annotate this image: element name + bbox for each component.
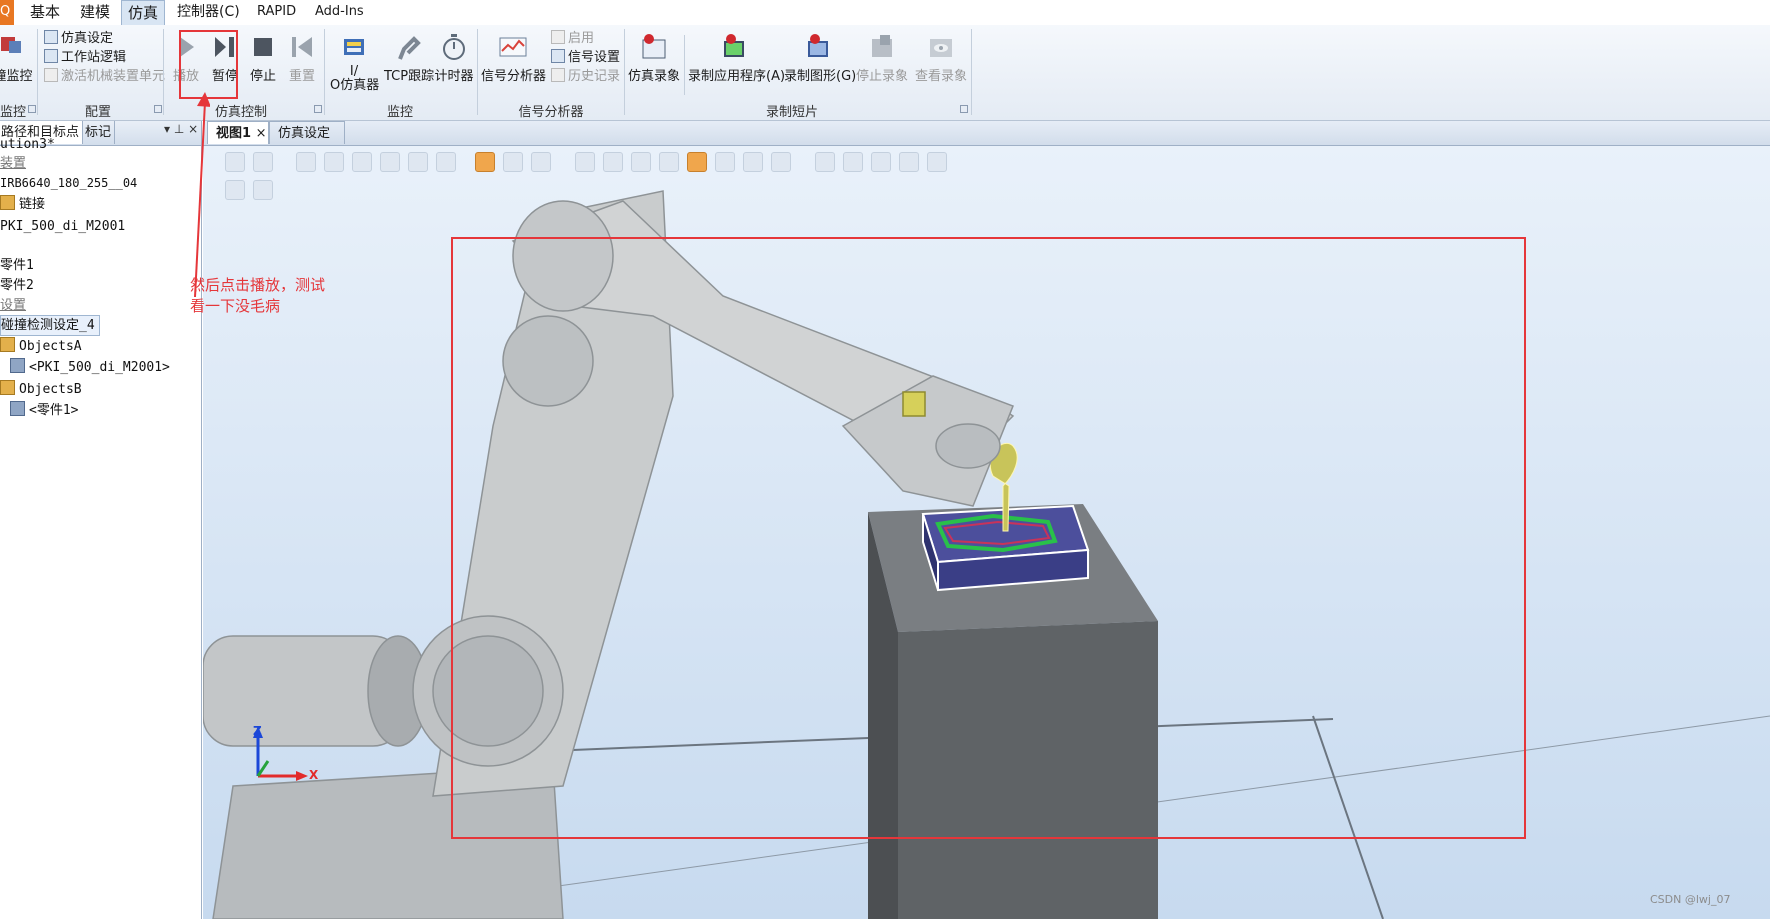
history-button[interactable]: 历史记录 bbox=[551, 67, 620, 87]
signal-analyzer-button[interactable]: 信号分析器 bbox=[481, 31, 546, 84]
logic-icon bbox=[44, 49, 58, 63]
stopwatch-icon bbox=[443, 34, 465, 60]
part-icon bbox=[10, 401, 25, 416]
viewport-highlight-box bbox=[451, 237, 1526, 839]
activate-mechanism-button[interactable]: 激活机械装置单元 bbox=[44, 67, 165, 87]
tree-objects-a-item[interactable]: <PKI_500_di_M2001> bbox=[10, 358, 170, 377]
tree-objects-a[interactable]: ObjectsA bbox=[0, 337, 82, 356]
tree-objects-b[interactable]: ObjectsB bbox=[0, 380, 82, 399]
signal-chart-icon bbox=[499, 37, 527, 57]
record-graphics-button[interactable]: 录制图形(G) bbox=[784, 31, 856, 84]
tree-station[interactable]: ution3* bbox=[0, 135, 55, 154]
tree-links[interactable]: 链接 bbox=[0, 195, 45, 214]
tab-controller[interactable]: 控制器(C) bbox=[177, 0, 240, 25]
tree-mechanisms-header[interactable]: 装置 bbox=[0, 154, 26, 173]
document-tabs: 视图1 × 仿真设定 bbox=[203, 121, 1770, 146]
timer-button[interactable]: 计时器 bbox=[434, 31, 474, 84]
folder-icon bbox=[0, 337, 15, 352]
stop-button[interactable]: 停止 bbox=[246, 31, 280, 84]
tree-robot[interactable]: IRB6640_180_255__04 bbox=[0, 174, 137, 193]
record-app-button[interactable]: 录制应用程序(A) bbox=[688, 31, 785, 84]
group-label-signal-analyzer: 信号分析器 bbox=[518, 105, 584, 120]
layout-browser-panel bbox=[0, 121, 202, 919]
view-record-icon bbox=[930, 39, 952, 57]
tree-objects-b-item[interactable]: <零件1> bbox=[10, 401, 78, 420]
tool-icon bbox=[10, 358, 25, 373]
checkbox-icon bbox=[551, 30, 565, 44]
group-label-config: 配置 bbox=[84, 105, 111, 120]
tree-collision-set[interactable]: 碰撞检测设定_4 bbox=[0, 315, 100, 336]
sim-record-button[interactable]: 仿真录象 bbox=[627, 31, 681, 84]
signal-settings-button[interactable]: 信号设置 bbox=[551, 48, 620, 68]
tab-modeling[interactable]: 建模 bbox=[80, 0, 110, 25]
reset-button[interactable]: 重置 bbox=[284, 31, 320, 84]
group-launcher[interactable] bbox=[960, 105, 968, 113]
stop-icon bbox=[254, 38, 272, 56]
reset-icon bbox=[292, 37, 312, 57]
group-label-record: 录制短片 bbox=[765, 105, 818, 120]
robot-arm-icon bbox=[398, 36, 421, 60]
close-icon[interactable]: × bbox=[256, 126, 267, 141]
folder-icon bbox=[0, 195, 15, 210]
enable-checkbox[interactable]: 启用 bbox=[551, 29, 594, 49]
tab-basic[interactable]: 基本 bbox=[30, 0, 60, 25]
group-launcher[interactable] bbox=[154, 105, 162, 113]
folder-icon bbox=[0, 380, 15, 395]
annotation-line-1: 然后点击播放，测试 bbox=[190, 276, 326, 294]
axis-x-label: X bbox=[309, 768, 319, 782]
stop-record-button[interactable]: 停止录象 bbox=[855, 31, 909, 84]
annotation-line-2: 看一下没毛病 bbox=[190, 297, 281, 315]
io-simulator-icon bbox=[344, 39, 364, 55]
mechanism-icon bbox=[44, 68, 58, 82]
io-simulator-button[interactable]: I/ O仿真器 bbox=[330, 31, 379, 93]
tab-addins[interactable]: Add-Ins bbox=[315, 0, 364, 25]
menu-bar: Q 基本 建模 仿真 控制器(C) RAPID Add-Ins bbox=[0, 0, 1770, 26]
tree-part2[interactable]: 零件2 bbox=[0, 276, 34, 295]
tab-sim-settings[interactable]: 仿真设定 bbox=[269, 121, 345, 144]
annotation-text: 然后点击播放，测试 看一下没毛病 bbox=[190, 275, 350, 317]
group-label-monitor-left: 监控 bbox=[0, 105, 27, 120]
tree-part1[interactable]: 零件1 bbox=[0, 256, 34, 275]
tab-tags[interactable]: 标记 bbox=[82, 121, 116, 144]
tcp-trace-button[interactable]: TCP跟踪 bbox=[384, 31, 434, 84]
record-sim-icon bbox=[642, 34, 666, 59]
group-launcher[interactable] bbox=[28, 105, 36, 113]
tree-tool[interactable]: PKI_500_di_M2001 bbox=[0, 217, 125, 236]
tree-settings-header[interactable]: 设置 bbox=[0, 296, 26, 315]
record-graphics-icon bbox=[808, 34, 828, 57]
axis-z-label: Z bbox=[253, 724, 262, 738]
group-label-monitor: 监控 bbox=[386, 105, 413, 120]
sim-settings-button[interactable]: 仿真设定 bbox=[44, 29, 113, 49]
collision-icon bbox=[1, 37, 21, 53]
group-launcher[interactable] bbox=[314, 105, 322, 113]
tab-rapid[interactable]: RAPID bbox=[257, 0, 296, 25]
station-logic-button[interactable]: 工作站逻辑 bbox=[44, 48, 126, 68]
stop-record-icon bbox=[872, 35, 892, 57]
ribbon: 撞监控 监控 仿真设定 工作站逻辑 激活机械装置单元 配置 播放 暂停 停止 重… bbox=[0, 25, 1770, 121]
view-record-button[interactable]: 查看录象 bbox=[914, 31, 968, 84]
settings-icon bbox=[44, 30, 58, 44]
play-highlight-box bbox=[179, 30, 238, 99]
record-app-icon bbox=[724, 34, 744, 57]
file-tab[interactable]: Q bbox=[0, 0, 14, 25]
watermark: CSDN @lwj_07 bbox=[1650, 893, 1731, 906]
collision-monitor-button[interactable]: 撞监控 bbox=[0, 31, 36, 84]
tab-view1[interactable]: 视图1 × bbox=[207, 121, 269, 144]
annotation-arrow bbox=[194, 92, 210, 298]
history-icon bbox=[551, 68, 565, 82]
signal-settings-icon bbox=[551, 49, 565, 63]
tab-simulation[interactable]: 仿真 bbox=[121, 0, 165, 25]
